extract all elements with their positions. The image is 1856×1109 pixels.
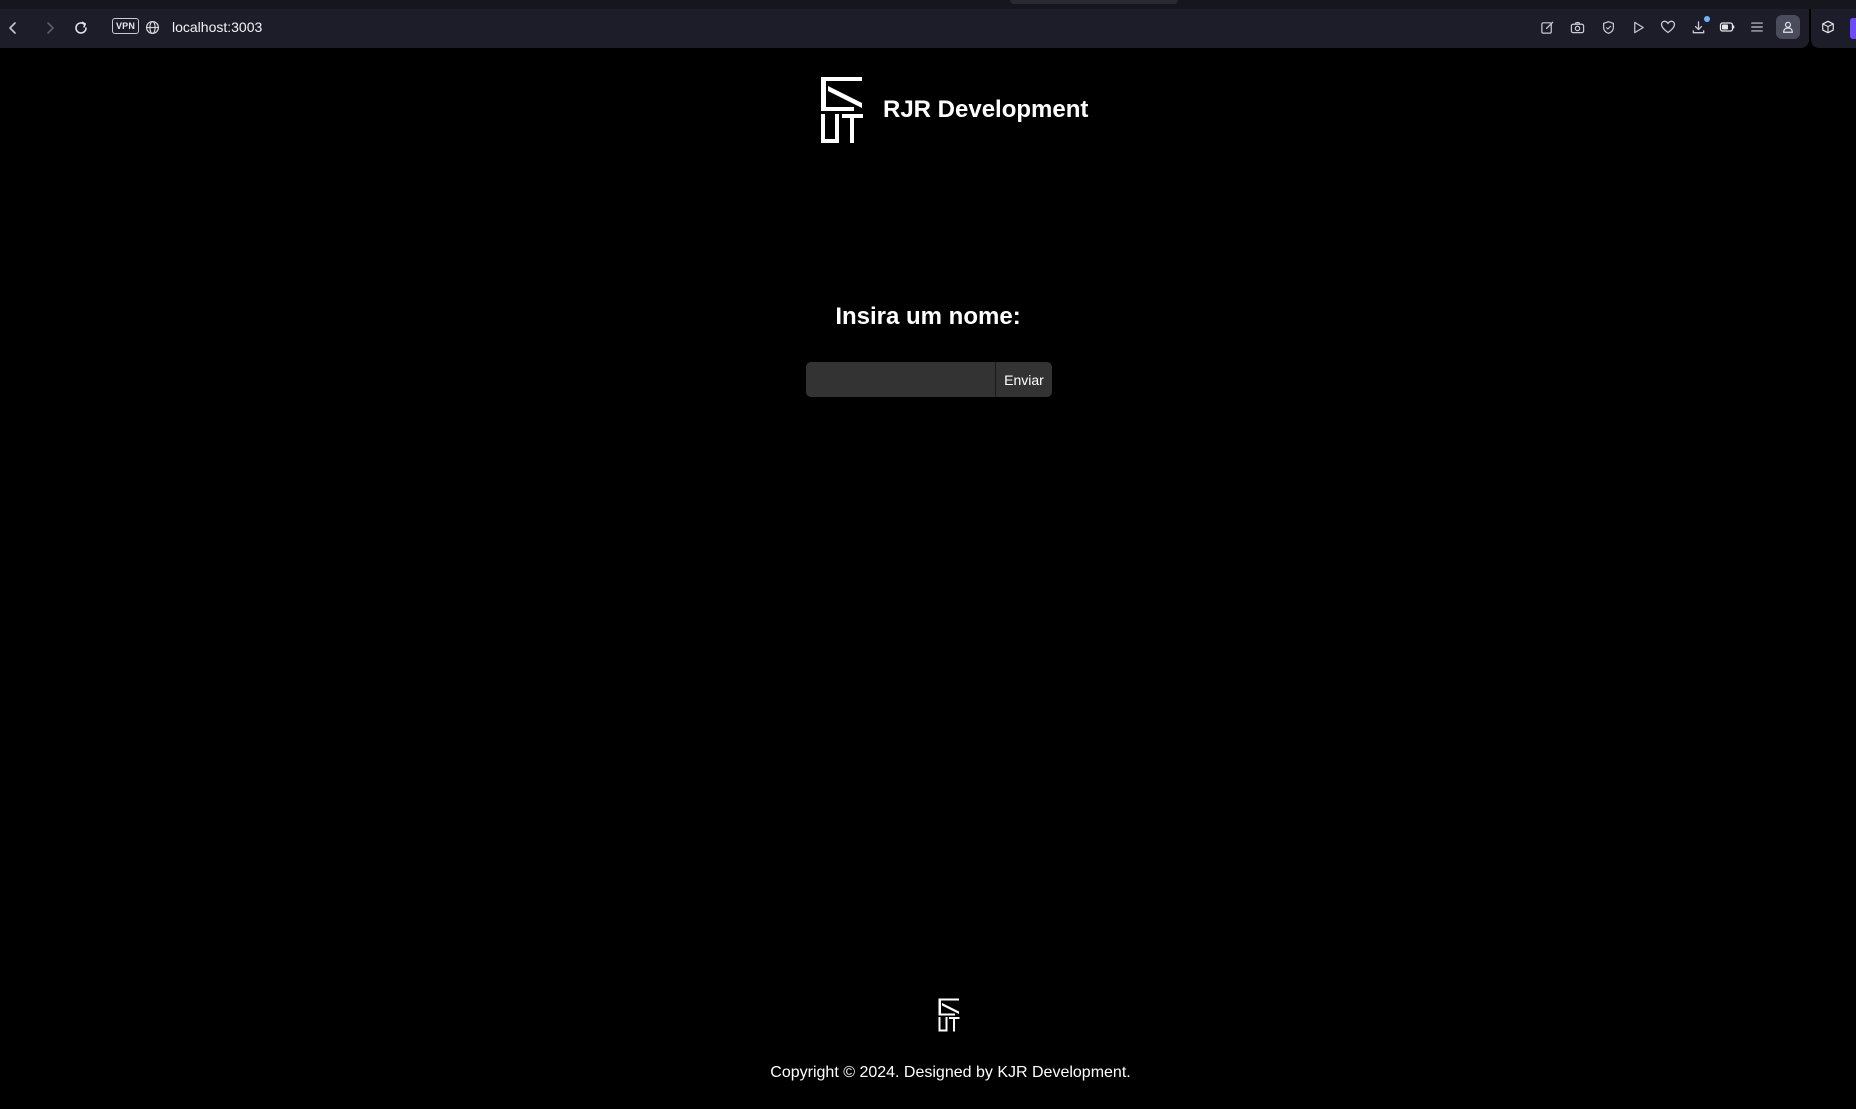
reload-icon[interactable]: [69, 16, 93, 40]
profile-icon[interactable]: [1776, 15, 1800, 39]
heart-icon[interactable]: [1657, 16, 1679, 38]
globe-icon[interactable]: [141, 16, 163, 38]
play-icon[interactable]: [1627, 16, 1649, 38]
cube-icon[interactable]: [1817, 16, 1839, 38]
footer-logo-icon[interactable]: [937, 997, 961, 1033]
footer-copyright: Copyright © 2024. Designed by KJR Develo…: [770, 1064, 1131, 1081]
brand-name: RJR Development: [883, 96, 1089, 123]
submit-button[interactable]: Enviar: [995, 362, 1052, 397]
edit-icon[interactable]: [1536, 16, 1558, 38]
site-header: RJR Development: [818, 74, 1088, 146]
battery-icon[interactable]: [1716, 16, 1738, 38]
rj-logo-icon[interactable]: [818, 74, 866, 146]
name-input[interactable]: [806, 362, 995, 397]
sidebar-accent-bar: [1850, 18, 1856, 39]
name-form: Enviar: [806, 362, 1052, 397]
sidebar-toolbar: [1811, 9, 1856, 48]
shield-icon[interactable]: [1597, 16, 1619, 38]
browser-top-strip: [0, 0, 1856, 9]
menu-icon[interactable]: [1746, 16, 1768, 38]
tab-indicator[interactable]: [1010, 0, 1178, 4]
camera-icon[interactable]: [1566, 16, 1588, 38]
name-prompt-heading: Insira um nome:: [835, 303, 1021, 330]
back-arrow-icon[interactable]: [1, 16, 25, 40]
vpn-badge[interactable]: VPN: [112, 18, 139, 34]
forward-arrow-icon[interactable]: [38, 16, 62, 40]
address-bar-url[interactable]: localhost:3003: [172, 18, 262, 36]
download-notification-dot: [1704, 16, 1710, 22]
